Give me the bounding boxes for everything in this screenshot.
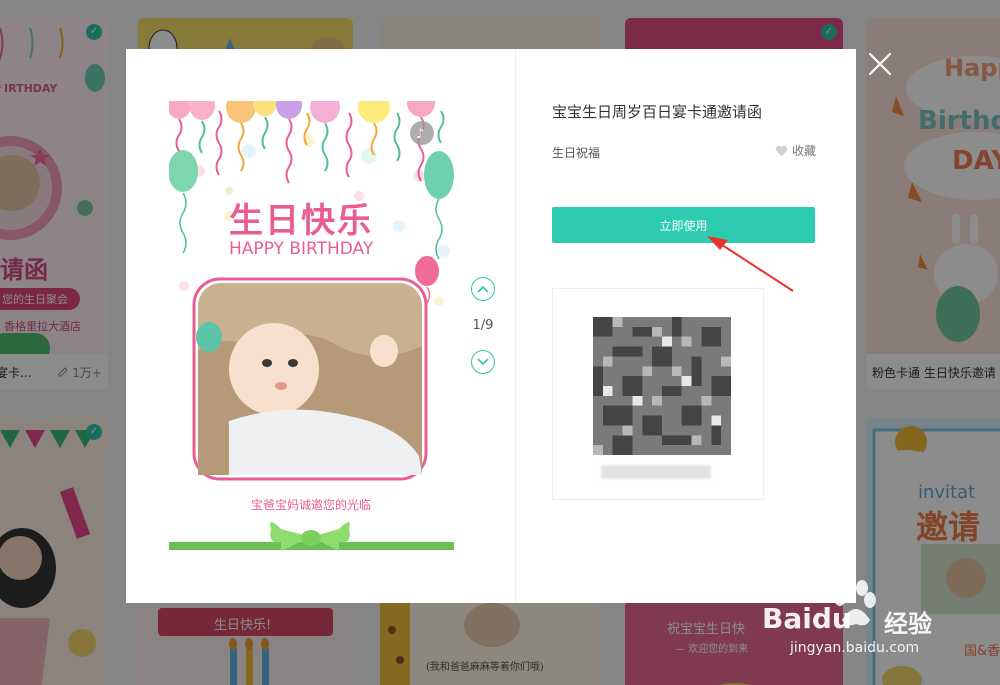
page-navigator: 1/9 — [466, 277, 500, 374]
heart-icon — [775, 145, 788, 156]
watermark-url: jingyan.baidu.com — [790, 640, 920, 656]
baidu-watermark: Baidu 经验 jingyan.baidu.com — [762, 578, 952, 664]
svg-text:♪: ♪ — [416, 127, 424, 142]
invitation-artwork: ♪ 宝爸宝妈诚邀您的光临 — [169, 101, 454, 551]
invitation-subtitle: HAPPY BIRTHDAY — [229, 239, 374, 259]
preview-panel: ♪ 宝爸宝妈诚邀您的光临 生日快乐 HAPPY BIRTHDAY 1/9 — [126, 49, 516, 603]
details-panel: 宝宝生日周岁百日宴卡通邀请函 生日祝福 收藏 立即使用 — [516, 49, 856, 603]
watermark-brand-cn: 经验 — [884, 610, 932, 638]
watermark-brand: Baidu — [762, 602, 852, 635]
previous-page-button[interactable] — [471, 277, 495, 301]
invitation-preview: ♪ 宝爸宝妈诚邀您的光临 生日快乐 HAPPY BIRTHDAY — [169, 101, 454, 551]
template-category[interactable]: 生日祝福 — [552, 144, 600, 161]
close-icon[interactable] — [866, 50, 894, 78]
chevron-down-icon — [477, 358, 489, 366]
invitation-title: 生日快乐 — [229, 201, 373, 241]
chevron-up-icon — [477, 285, 489, 293]
page-indicator: 1/9 — [472, 318, 494, 333]
favorite-button[interactable]: 收藏 — [775, 142, 816, 159]
favorite-label: 收藏 — [791, 144, 816, 158]
use-now-button[interactable]: 立即使用 — [552, 207, 815, 243]
template-title: 宝宝生日周岁百日宴卡通邀请函 — [552, 103, 763, 121]
invite-text: 宝爸宝妈诚邀您的光临 — [251, 497, 371, 512]
qr-code-caption — [601, 465, 711, 479]
template-preview-modal: ♪ 宝爸宝妈诚邀您的光临 生日快乐 HAPPY BIRTHDAY 1/9 宝宝生… — [126, 49, 856, 603]
qr-code-panel — [552, 288, 764, 500]
next-page-button[interactable] — [471, 350, 495, 374]
qr-code-image — [593, 317, 731, 455]
